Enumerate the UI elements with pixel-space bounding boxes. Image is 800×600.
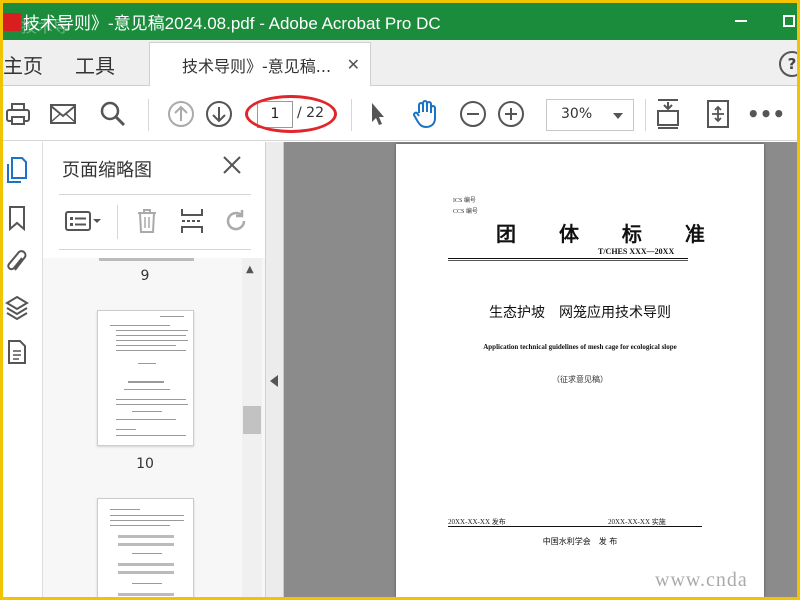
fit-page-icon[interactable] xyxy=(653,99,683,129)
prev-page-icon[interactable] xyxy=(166,99,196,129)
hand-tool-icon[interactable] xyxy=(410,99,440,129)
thumbnail-page[interactable] xyxy=(97,310,194,446)
tab-document[interactable]: 技术导则》-意见稿... ✕ xyxy=(149,42,371,86)
zoom-in-icon[interactable] xyxy=(496,99,526,129)
publishing-organization: 中国水利学会 发 布 xyxy=(542,537,618,546)
close-icon[interactable] xyxy=(221,154,243,176)
email-icon[interactable] xyxy=(48,99,78,129)
ics-label: ICS 编号 xyxy=(453,198,476,204)
page-thumbnails-icon[interactable] xyxy=(5,156,29,184)
pdf-page: ICS 编号 CCS 编号 团 体 标 准 T/CHES XXX—20XX 生态… xyxy=(396,144,764,597)
english-title: Application technical guidelines of mesh… xyxy=(483,343,677,351)
next-page-icon[interactable] xyxy=(204,99,234,129)
help-button[interactable]: ? xyxy=(779,51,797,77)
select-cursor-icon[interactable] xyxy=(362,99,392,129)
thumbnail-label: 10 xyxy=(136,456,154,472)
document-view[interactable]: ICS 编号 CCS 编号 团 体 标 准 T/CHES XXX—20XX 生态… xyxy=(284,142,797,597)
attachments-icon[interactable] xyxy=(5,248,29,276)
standard-code: T/CHES XXX—20XX xyxy=(598,247,675,256)
zoom-value: 30% xyxy=(561,106,593,122)
tab-tools[interactable]: 工具 xyxy=(75,50,115,79)
tab-document-label: 技术导则》-意见稿... xyxy=(182,56,332,76)
thumbnail-options-icon[interactable] xyxy=(63,206,103,236)
acrobat-logo-icon xyxy=(3,12,21,31)
minimize-button[interactable] xyxy=(723,9,759,33)
logo-overlay-text: 技术导 xyxy=(21,17,70,36)
thumbnail-page[interactable] xyxy=(97,498,194,597)
thumbnail-label: 9 xyxy=(140,268,150,284)
scrollbar-thumb[interactable] xyxy=(243,406,261,434)
search-icon[interactable] xyxy=(98,99,128,129)
draft-note: （征求意见稿） xyxy=(552,375,608,384)
thumbnails-panel: 页面缩略图 9 10 ▲ xyxy=(43,142,266,597)
title-bar: 技术导则》-意见稿2024.08.pdf - Adobe Acrobat Pro… xyxy=(3,3,797,40)
maximize-button[interactable] xyxy=(771,9,797,33)
thumbnail-toolbar xyxy=(59,194,251,250)
close-tab-button[interactable]: ✕ xyxy=(347,55,360,74)
panel-title: 页面缩略图 xyxy=(62,160,152,181)
tab-bar: 主页 工具 技术导则》-意见稿... ✕ ? xyxy=(3,40,797,86)
standard-title: 团 体 标 准 xyxy=(496,222,723,246)
bookmarks-icon[interactable] xyxy=(5,204,29,232)
insert-page-icon[interactable] xyxy=(177,206,207,236)
main-toolbar: 1 / 22 30% ••• xyxy=(3,87,797,141)
app-window: 技术导则》-意见稿2024.08.pdf - Adobe Acrobat Pro… xyxy=(3,3,797,597)
zoom-dropdown[interactable]: 30% xyxy=(546,99,634,131)
window-title: 技术导则》-意见稿2024.08.pdf - Adobe Acrobat Pro… xyxy=(23,14,441,33)
collapse-panel-handle[interactable] xyxy=(266,142,284,597)
chevron-down-icon xyxy=(613,113,623,119)
chinese-title: 生态护坡 网笼应用技术导则 xyxy=(489,305,671,321)
rotate-icon[interactable] xyxy=(221,206,251,236)
more-icon[interactable]: ••• xyxy=(747,99,785,129)
print-icon[interactable] xyxy=(3,99,33,129)
layers-icon[interactable] xyxy=(5,294,29,322)
document-properties-icon[interactable] xyxy=(5,338,29,366)
chevron-left-icon xyxy=(270,375,278,387)
annotation-circle xyxy=(245,95,337,133)
zoom-out-icon[interactable] xyxy=(458,99,488,129)
scroll-up-icon[interactable]: ▲ xyxy=(246,264,254,275)
thumbnail-list: 9 10 xyxy=(43,258,265,597)
tab-home[interactable]: 主页 xyxy=(3,50,43,79)
ccs-label: CCS 编号 xyxy=(453,209,478,215)
left-rail xyxy=(3,142,43,597)
scroll-mode-icon[interactable] xyxy=(703,99,733,129)
delete-icon[interactable] xyxy=(132,206,162,236)
thumbnail-scrollbar[interactable]: ▲ xyxy=(242,258,262,597)
site-watermark: www.cnda xyxy=(655,569,748,591)
